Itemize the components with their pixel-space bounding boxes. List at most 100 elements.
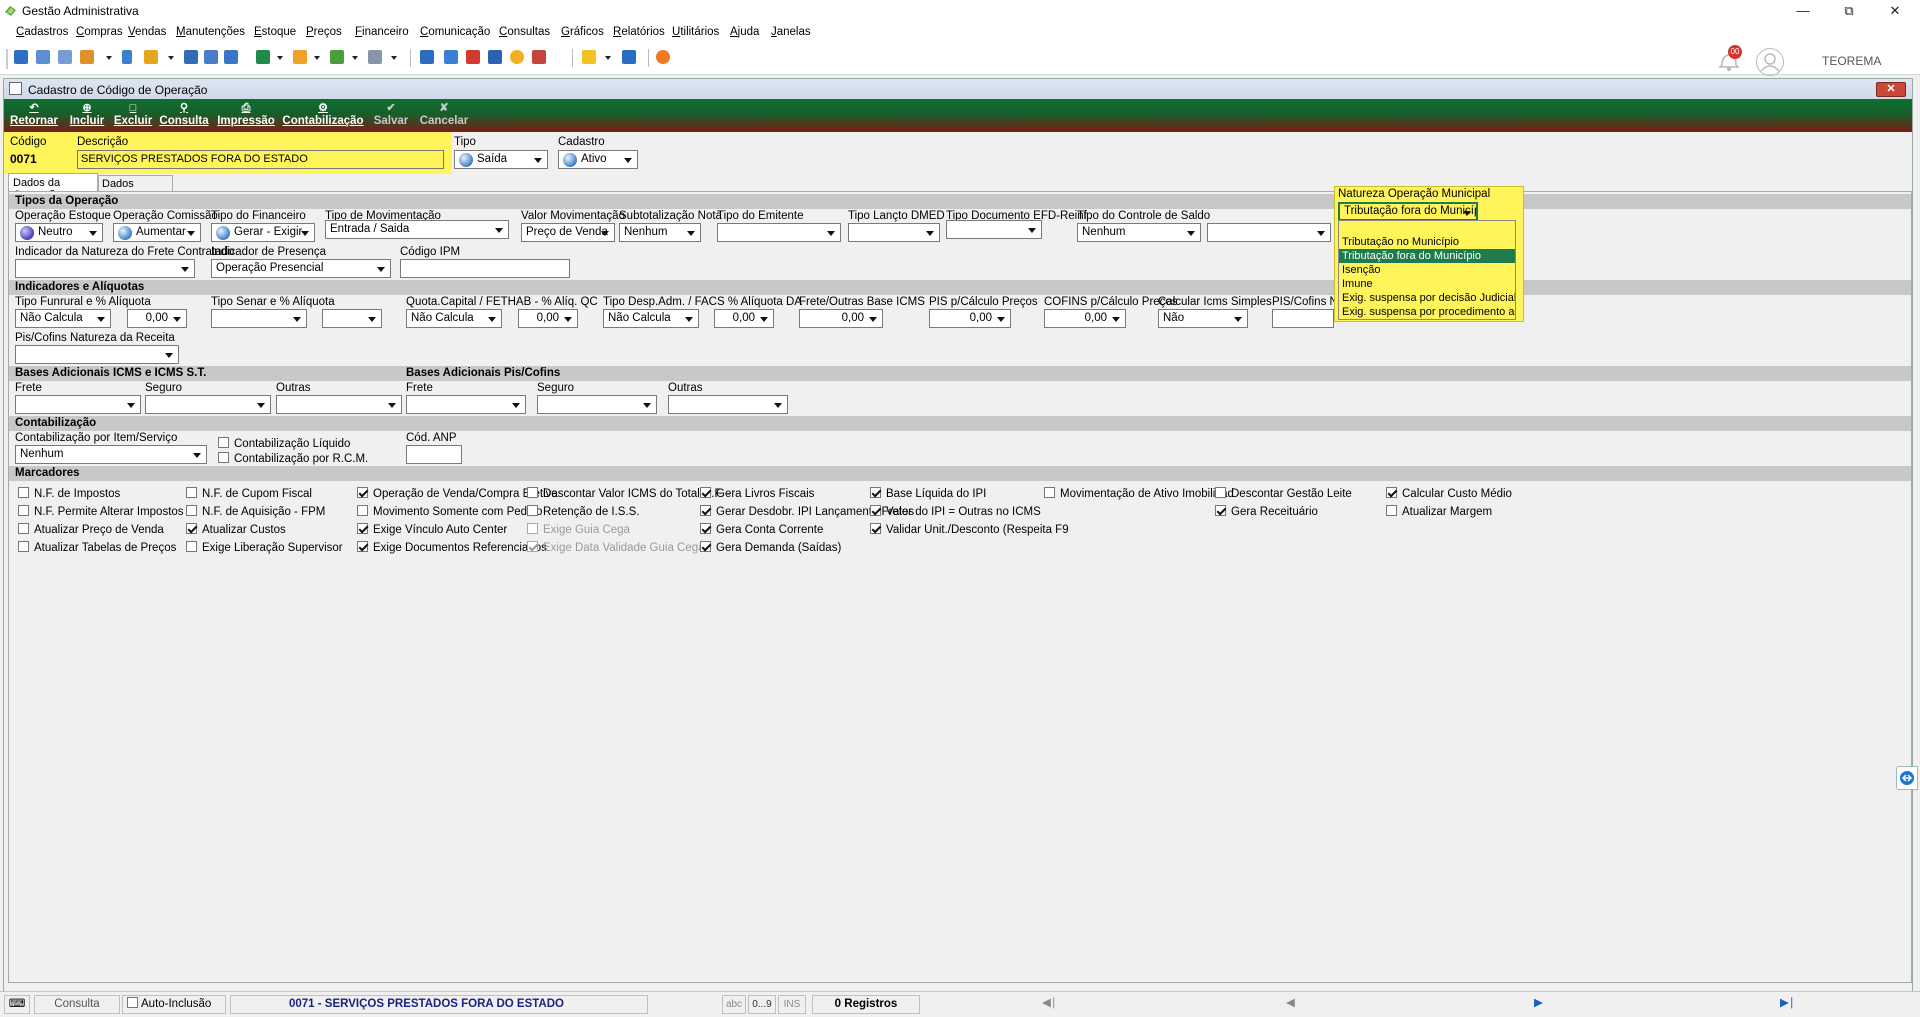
contab-liquido-checkbox[interactable]: Contabilização Líquido: [218, 437, 350, 450]
minimize-icon[interactable]: —: [1780, 0, 1826, 22]
marcador-checkbox[interactable]: Atualizar Tabelas de Preços: [18, 541, 176, 554]
natureza-municipal-select[interactable]: Tributação fora do Municípi: [1338, 202, 1478, 221]
marcador-checkbox[interactable]: Valor do IPI = Outras no ICMS: [870, 505, 1041, 518]
card-icon[interactable]: [58, 50, 72, 64]
natureza-frete-select[interactable]: [15, 259, 195, 278]
box-icon[interactable]: [144, 50, 158, 64]
op-estoque-select[interactable]: Neutro: [15, 223, 103, 242]
icms-outras-select[interactable]: [276, 395, 402, 414]
menu-graficos[interactable]: Gráficos: [561, 26, 604, 38]
marcador-checkbox[interactable]: Movimento Somente com Pedido: [357, 505, 542, 518]
pis-frete-select[interactable]: [406, 395, 526, 414]
calculator-icon[interactable]: [204, 50, 218, 64]
quota-select[interactable]: Não Calcula: [406, 309, 502, 328]
marcador-checkbox[interactable]: N.F. de Aquisição - FPM: [186, 505, 325, 518]
frete-base-icms-select[interactable]: 0,00: [799, 309, 883, 328]
senar-select[interactable]: [211, 309, 307, 328]
quota-pct-select[interactable]: 0,00: [518, 309, 578, 328]
marcador-checkbox[interactable]: Exige Liberação Supervisor: [186, 541, 343, 554]
exit-window-icon[interactable]: [622, 50, 636, 64]
tag-icon[interactable]: [184, 50, 198, 64]
impressao-button[interactable]: ⎙ Impressão: [214, 99, 278, 132]
tipo-financeiro-select[interactable]: Gerar - Exigir: [211, 223, 315, 242]
marcador-checkbox[interactable]: Exige Guia Cega: [527, 523, 630, 536]
icms-seguro-select[interactable]: [145, 395, 271, 414]
menu-compras[interactable]: Compras: [76, 26, 123, 38]
valor-movimentacao-select[interactable]: Preço de Venda: [521, 223, 615, 242]
dropdown-arrow-icon[interactable]: [391, 56, 397, 60]
power-icon[interactable]: [656, 50, 670, 64]
document-icon[interactable]: [122, 50, 132, 64]
stack-icon[interactable]: [80, 50, 94, 64]
natureza-option[interactable]: Tributação no Município: [1339, 235, 1515, 249]
marcador-checkbox[interactable]: Gera Demanda (Saídas): [700, 541, 841, 554]
subtotalizacao-select[interactable]: Nenhum: [619, 223, 701, 242]
dropdown-arrow-icon[interactable]: [168, 56, 174, 60]
menu-relatorios[interactable]: Relatórios: [613, 26, 665, 38]
dropdown-arrow-icon[interactable]: [605, 56, 611, 60]
dropdown-arrow-icon[interactable]: [277, 56, 283, 60]
marcador-checkbox[interactable]: Retenção de I.S.S.: [527, 505, 640, 518]
codigo-value[interactable]: 0071: [10, 152, 37, 166]
keyboard-icon[interactable]: ⌨: [4, 995, 30, 1014]
natureza-option[interactable]: Exig. suspensa por procedimento adm.6: [1339, 305, 1515, 319]
incluir-button[interactable]: ⊕ Incluir: [66, 99, 108, 132]
natureza-receita-select[interactable]: [15, 345, 179, 364]
efd-reinf-select[interactable]: [946, 220, 1042, 239]
nav-first-icon[interactable]: ◀∣: [1042, 995, 1057, 1012]
dropdown-arrow-icon[interactable]: [106, 56, 112, 60]
clock-icon[interactable]: [510, 50, 524, 64]
desp-adm-pct-select[interactable]: 0,00: [714, 309, 774, 328]
marcador-checkbox[interactable]: Calcular Custo Médio: [1386, 487, 1512, 500]
menu-comunicacao[interactable]: Comunicação: [420, 26, 490, 38]
menu-estoque[interactable]: Estoque: [254, 26, 296, 38]
menu-manutencoes[interactable]: Manutenções: [176, 26, 245, 38]
cart-icon[interactable]: [256, 50, 270, 64]
contab-item-select[interactable]: Nenhum: [15, 445, 207, 464]
star-icon[interactable]: [582, 50, 596, 64]
menu-precos[interactable]: Preços: [306, 26, 342, 38]
cancelar-button[interactable]: ✘ Cancelar: [418, 99, 470, 132]
pis-seguro-select[interactable]: [537, 395, 657, 414]
users-icon[interactable]: [36, 50, 50, 64]
marcador-checkbox[interactable]: N.F. Permite Alterar Impostos: [18, 505, 184, 518]
remote-support-icon[interactable]: [1896, 766, 1918, 790]
grid-icon[interactable]: [420, 50, 434, 64]
menu-ajuda[interactable]: Ajuda: [730, 26, 759, 38]
window-close-button[interactable]: ✕: [1876, 82, 1906, 97]
funrural-select[interactable]: Não Calcula: [15, 309, 111, 328]
marcador-checkbox[interactable]: N.F. de Cupom Fiscal: [186, 487, 312, 500]
tipo-movimentacao-select[interactable]: Entrada / Saida: [325, 220, 509, 239]
folder-icon[interactable]: [14, 50, 28, 64]
marcador-checkbox[interactable]: Gera Livros Fiscais: [700, 487, 814, 500]
menu-janelas[interactable]: Janelas: [771, 26, 811, 38]
restore-icon[interactable]: ⧉: [1826, 0, 1872, 22]
presenca-select[interactable]: Operação Presencial: [211, 259, 391, 278]
dmed-select[interactable]: [848, 223, 940, 242]
marcador-checkbox[interactable]: Atualizar Preço de Venda: [18, 523, 164, 536]
marcador-checkbox[interactable]: Atualizar Margem: [1386, 505, 1492, 518]
natureza-option[interactable]: Tributação fora do Município: [1339, 249, 1515, 263]
marcador-checkbox[interactable]: Exige Data Validade Guia Cega: [527, 541, 705, 554]
nav-next-icon[interactable]: ▶: [1534, 995, 1543, 1012]
controle-saldo-select[interactable]: Nenhum: [1077, 223, 1201, 242]
sheet-icon[interactable]: [444, 50, 458, 64]
folder-open-icon[interactable]: [293, 50, 307, 64]
natureza-option[interactable]: Imune: [1339, 277, 1515, 291]
contab-rcm-checkbox[interactable]: Contabilização por R.C.M.: [218, 452, 368, 465]
controle-saldo-select-2[interactable]: [1207, 223, 1331, 242]
report-icon[interactable]: [532, 50, 546, 64]
contabilizacao-button[interactable]: ⚙ Contabilização: [282, 99, 364, 132]
menu-utilitarios[interactable]: Utilitários: [672, 26, 719, 38]
icms-frete-select[interactable]: [15, 395, 141, 414]
dropdown-arrow-icon[interactable]: [352, 56, 358, 60]
nav-prev-icon[interactable]: ◀: [1286, 995, 1295, 1012]
excluir-button[interactable]: □ Excluir: [112, 99, 154, 132]
truck-icon[interactable]: [330, 50, 344, 64]
pis-calculo-select[interactable]: 0,00: [929, 309, 1011, 328]
menu-consultas[interactable]: Consultas: [499, 26, 550, 38]
menu-financeiro[interactable]: Financeiro: [355, 26, 409, 38]
calendar-icon[interactable]: [466, 50, 480, 64]
marcador-checkbox[interactable]: Exige Vínculo Auto Center: [357, 523, 507, 536]
ipm-input[interactable]: [400, 259, 570, 278]
